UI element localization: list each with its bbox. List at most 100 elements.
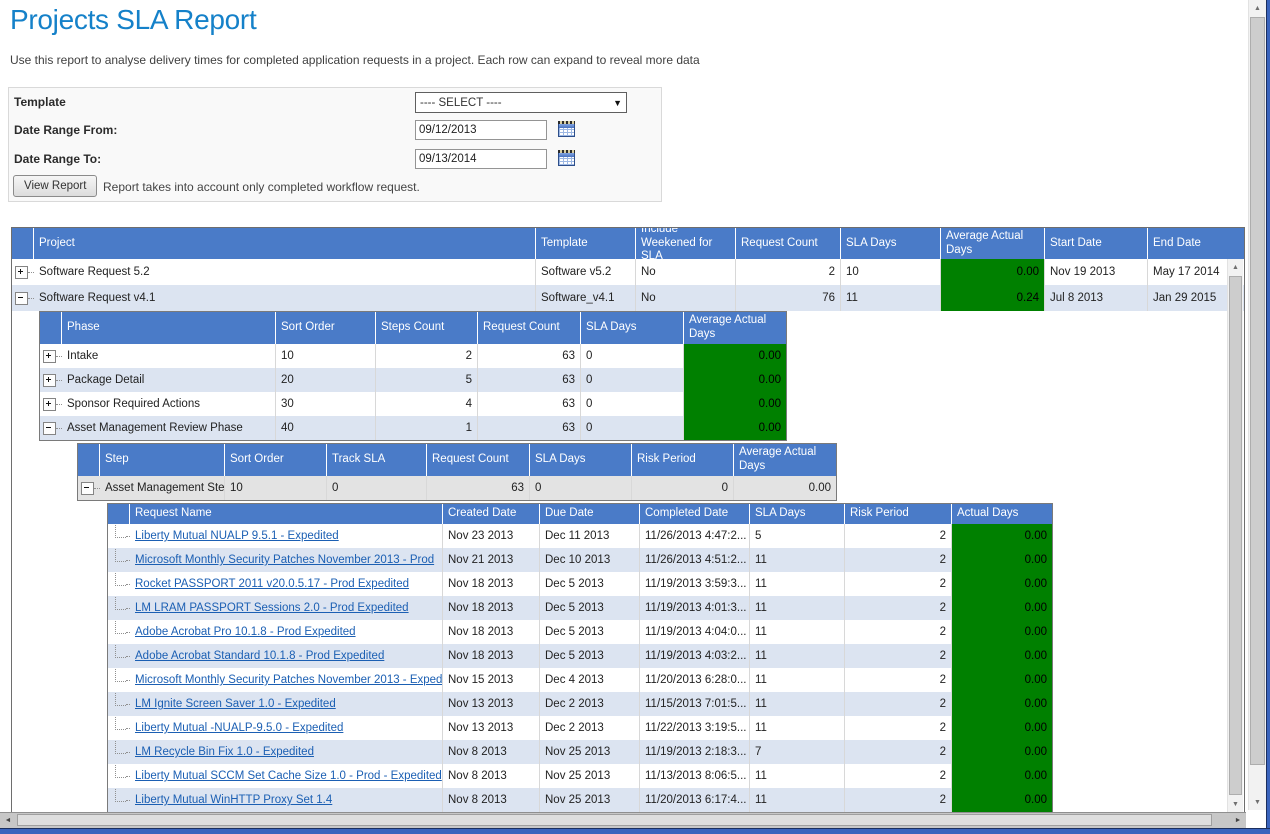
scroll-left-icon[interactable]: ◄ — [0, 813, 16, 828]
table-row: Adobe Acrobat Standard 10.1.8 - Prod Exp… — [108, 644, 1052, 668]
table-row: Package Detail2056300.00 — [40, 368, 786, 392]
cell: No — [636, 285, 736, 311]
table-row: LM LRAM PASSPORT Sessions 2.0 - Prod Exp… — [108, 596, 1052, 620]
date-range-to-label: Date Range To: — [14, 152, 101, 166]
report-vertical-scrollbar[interactable]: ▲ ▼ — [1227, 259, 1243, 812]
cell: 20 — [276, 368, 376, 392]
cell: Nov 25 2013 — [540, 764, 640, 788]
cell: Software Request v4.1 — [34, 285, 536, 311]
cell: 11/19/2013 4:04:0... — [640, 620, 750, 644]
column-header: Phase — [62, 312, 276, 344]
cell: 11/19/2013 4:01:3... — [640, 596, 750, 620]
leaf-node-icon — [115, 693, 126, 706]
scrollbar-thumb[interactable] — [1229, 276, 1242, 795]
leaf-node-icon — [115, 669, 126, 682]
table-row: Asset Management Review Phase4016300.00 — [40, 416, 786, 440]
project-table: ProjectTemplateInclude Weekened for SLAR… — [12, 228, 1244, 311]
table-row: Intake1026300.00 — [40, 344, 786, 368]
request-link[interactable]: Adobe Acrobat Pro 10.1.8 - Prod Expedite… — [135, 626, 356, 638]
cell: Asset Management Review Phase — [62, 416, 276, 440]
collapse-icon[interactable] — [43, 422, 56, 435]
cell: 63 — [427, 476, 530, 500]
cell: 0.00 — [952, 524, 1052, 548]
cell: 2 — [845, 572, 952, 596]
date-from-input[interactable] — [415, 120, 547, 140]
column-header: SLA Days — [750, 504, 845, 524]
cell: Nov 18 2013 — [443, 596, 540, 620]
cell: 5 — [376, 368, 478, 392]
cell: Nov 15 2013 — [443, 668, 540, 692]
scroll-up-icon[interactable]: ▲ — [1228, 259, 1243, 275]
scrollbar-thumb[interactable] — [1250, 17, 1265, 765]
column-header: SLA Days — [530, 444, 632, 476]
cell: 0.00 — [952, 572, 1052, 596]
expand-icon[interactable] — [43, 350, 56, 363]
dropdown-arrow-icon: ▼ — [613, 98, 622, 108]
collapse-icon[interactable] — [15, 292, 28, 305]
cell: LM Ignite Screen Saver 1.0 - Expedited — [130, 692, 443, 716]
leaf-node-icon — [115, 597, 126, 610]
request-link[interactable]: Liberty Mutual -NUALP-9.5.0 - Expedited — [135, 722, 343, 734]
cell: 0.00 — [952, 668, 1052, 692]
expander-cell — [12, 259, 34, 285]
table-row: Liberty Mutual SCCM Set Cache Size 1.0 -… — [108, 764, 1052, 788]
request-link[interactable]: Liberty Mutual SCCM Set Cache Size 1.0 -… — [135, 770, 442, 782]
column-header: Average Actual Days — [941, 228, 1045, 259]
scroll-up-icon[interactable]: ▲ — [1249, 0, 1266, 16]
cell: 0.00 — [952, 740, 1052, 764]
request-link[interactable]: Liberty Mutual WinHTTP Proxy Set 1.4 — [135, 794, 332, 806]
request-link[interactable]: Microsoft Monthly Security Patches Novem… — [135, 554, 434, 566]
report-grid: ProjectTemplateInclude Weekened for SLAR… — [12, 228, 1244, 812]
scroll-down-icon[interactable]: ▼ — [1228, 796, 1243, 812]
cell: Dec 4 2013 — [540, 668, 640, 692]
cell: 11 — [750, 716, 845, 740]
request-link[interactable]: Liberty Mutual NUALP 9.5.1 - Expedited — [135, 530, 339, 542]
request-link[interactable]: Rocket PASSPORT 2011 v20.0.5.17 - Prod E… — [135, 578, 409, 590]
page-horizontal-scrollbar[interactable]: ◄ ► — [0, 812, 1246, 828]
expander-cell — [108, 548, 130, 572]
cell: Liberty Mutual -NUALP-9.5.0 - Expedited — [130, 716, 443, 740]
cell: Dec 5 2013 — [540, 620, 640, 644]
cell: Dec 11 2013 — [540, 524, 640, 548]
cell: 0.00 — [941, 259, 1045, 285]
calendar-icon[interactable] — [558, 121, 575, 137]
view-report-button[interactable]: View Report — [13, 175, 97, 197]
template-select[interactable]: ---- SELECT ---- ▼ — [415, 92, 627, 113]
collapse-icon[interactable] — [81, 482, 94, 495]
cell: Dec 10 2013 — [540, 548, 640, 572]
request-link[interactable]: Adobe Acrobat Standard 10.1.8 - Prod Exp… — [135, 650, 384, 662]
request-link[interactable]: LM LRAM PASSPORT Sessions 2.0 - Prod Exp… — [135, 602, 409, 614]
table-row: LM Ignite Screen Saver 1.0 - ExpeditedNo… — [108, 692, 1052, 716]
leaf-node-icon — [115, 549, 126, 562]
cell: 63 — [478, 416, 581, 440]
cell: Jul 8 2013 — [1045, 285, 1148, 311]
calendar-icon[interactable] — [558, 150, 575, 166]
page-title: Projects SLA Report — [10, 4, 256, 36]
cell: 1 — [376, 416, 478, 440]
expand-icon[interactable] — [43, 374, 56, 387]
expander-cell — [108, 692, 130, 716]
request-link[interactable]: Microsoft Monthly Security Patches Novem… — [135, 674, 443, 686]
scroll-down-icon[interactable]: ▼ — [1249, 794, 1266, 810]
expander-cell — [40, 344, 62, 368]
scroll-right-icon[interactable]: ► — [1230, 813, 1246, 828]
expand-icon[interactable] — [15, 266, 28, 279]
cell: 0.00 — [684, 368, 786, 392]
step-header-row: StepSort OrderTrack SLARequest CountSLA … — [78, 444, 836, 476]
column-header: Request Count — [427, 444, 530, 476]
column-header: Step — [100, 444, 225, 476]
request-link[interactable]: LM Recycle Bin Fix 1.0 - Expedited — [135, 746, 314, 758]
leaf-node-icon — [115, 645, 126, 658]
cell: Nov 21 2013 — [443, 548, 540, 572]
page-vertical-scrollbar[interactable]: ▲ ▼ — [1248, 0, 1266, 810]
cell: Nov 8 2013 — [443, 764, 540, 788]
expander-cell — [108, 620, 130, 644]
cell: 11/15/2013 7:01:5... — [640, 692, 750, 716]
date-to-input[interactable] — [415, 149, 547, 169]
scrollbar-thumb[interactable] — [17, 814, 1212, 826]
expand-icon[interactable] — [43, 398, 56, 411]
projects-sla-report-page: Projects SLA Report Use this report to a… — [0, 0, 1270, 834]
expander-cell — [12, 285, 34, 311]
request-link[interactable]: LM Ignite Screen Saver 1.0 - Expedited — [135, 698, 336, 710]
column-header: Include Weekened for SLA — [636, 228, 736, 259]
